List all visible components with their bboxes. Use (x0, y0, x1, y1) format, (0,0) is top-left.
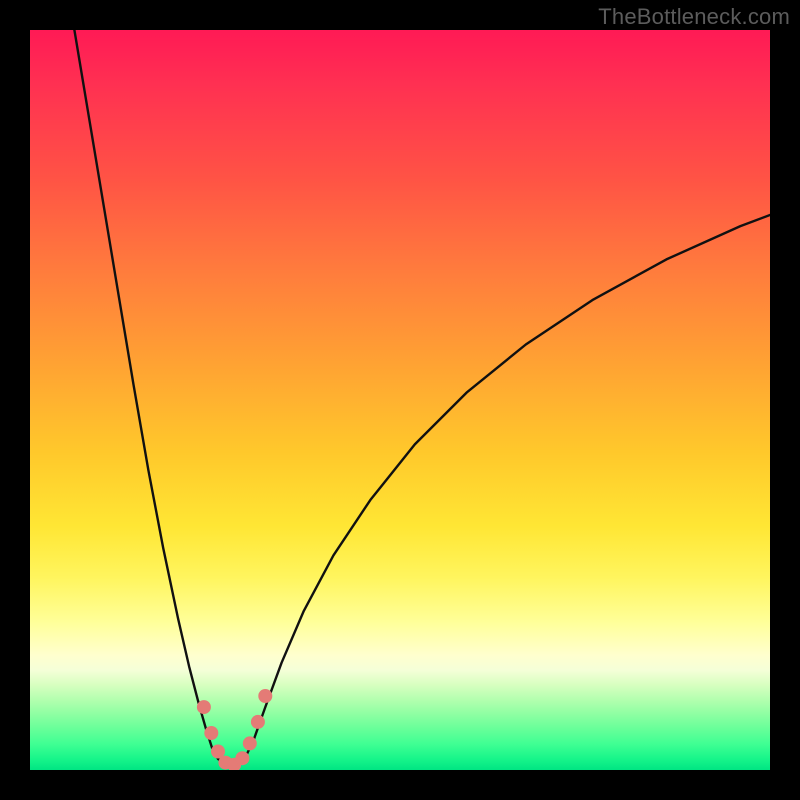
chart-frame: TheBottleneck.com (0, 0, 800, 800)
watermark-label: TheBottleneck.com (598, 4, 790, 30)
plot-area (30, 30, 770, 770)
background-gradient (30, 30, 770, 770)
